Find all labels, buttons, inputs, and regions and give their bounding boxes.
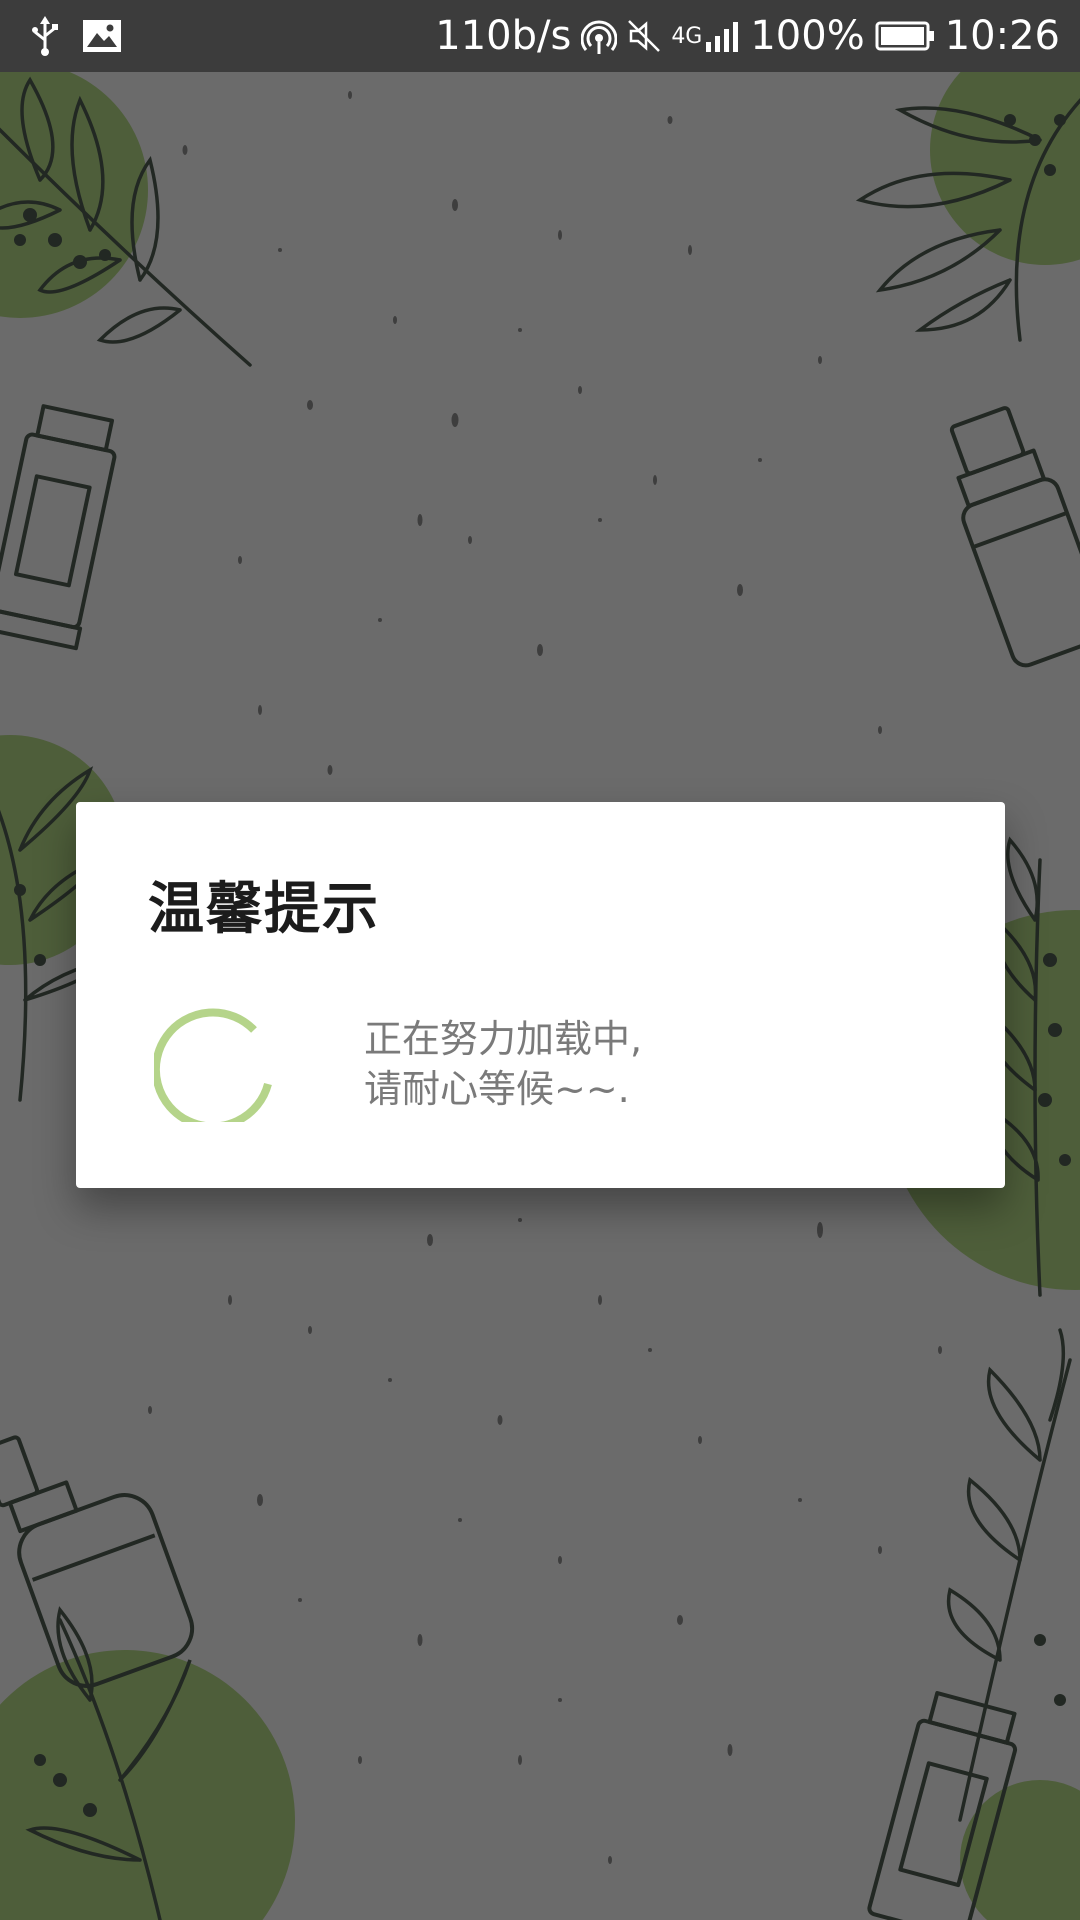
loading-dialog: 温馨提示 正在努力加载中, 请耐心等候~~. [76, 802, 1005, 1188]
green-blob-bottom-left [0, 1650, 295, 1920]
network-type: 4G [671, 23, 703, 49]
loading-spinner-icon [151, 998, 278, 1131]
mute-icon [627, 19, 661, 53]
dialog-message: 正在努力加载中, 请耐心等候~~. [364, 1014, 642, 1114]
battery-icon [875, 20, 935, 52]
status-bar-left [30, 14, 122, 58]
usb-icon [30, 16, 60, 56]
message-line-2: 请耐心等候~~. [364, 1067, 630, 1111]
image-icon [82, 19, 122, 53]
loading-screen: 110b/s 4G 100% 10:26 温馨提示 正在努力加载中, 请耐心等候… [0, 0, 1080, 1920]
message-line-1: 正在努力加载中, [364, 1017, 643, 1061]
green-blob-top-right [930, 72, 1080, 265]
clock: 10:26 [944, 13, 1060, 59]
network-speed: 110b/s [435, 13, 572, 59]
battery-percent: 100% [750, 13, 865, 59]
status-bar-right: 110b/s 4G 100% 10:26 [435, 13, 1060, 59]
green-blob-bottom-right [960, 1780, 1080, 1920]
status-bar: 110b/s 4G 100% 10:26 [0, 0, 1080, 72]
hotspot-icon [581, 18, 618, 54]
signal-icon [706, 20, 740, 52]
dialog-title: 温馨提示 [148, 877, 380, 942]
